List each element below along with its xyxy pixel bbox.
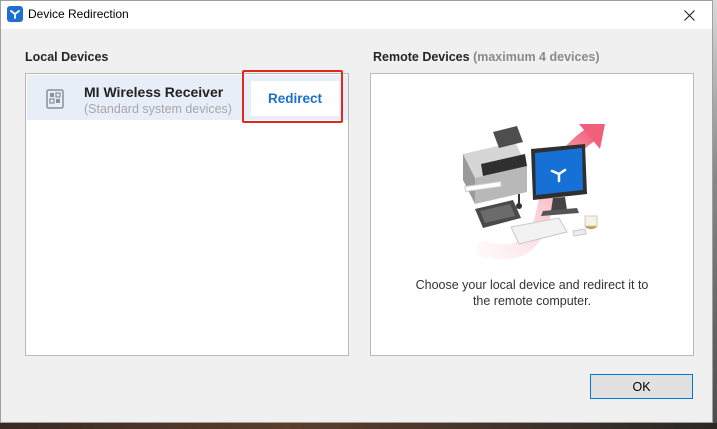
remote-devices-limit-note: (maximum 4 devices) [473, 50, 600, 64]
close-button[interactable] [666, 1, 712, 29]
devices-illustration [463, 124, 605, 260]
ok-button[interactable]: OK [590, 374, 693, 399]
device-redirection-dialog: Device Redirection Local Devices Remote … [0, 0, 713, 423]
app-logo-icon [7, 6, 23, 22]
background-desktop-edge-bottom [0, 423, 717, 429]
window-title: Device Redirection [28, 7, 129, 21]
device-name: MI Wireless Receiver [84, 84, 224, 100]
remote-devices-heading: Remote Devices (maximum 4 devices) [373, 50, 600, 64]
close-icon [683, 9, 695, 21]
local-devices-heading: Local Devices [25, 50, 109, 64]
remote-instruction-text: Choose your local device and redirect it… [415, 278, 649, 308]
redirect-highlight-box [242, 70, 343, 123]
title-bar: Device Redirection [1, 1, 712, 29]
device-category: (Standard system devices) [84, 102, 232, 116]
usb-receiver-icon [46, 89, 64, 109]
remote-devices-panel: Choose your local device and redirect it… [370, 73, 694, 356]
background-desktop-edge [713, 0, 717, 429]
